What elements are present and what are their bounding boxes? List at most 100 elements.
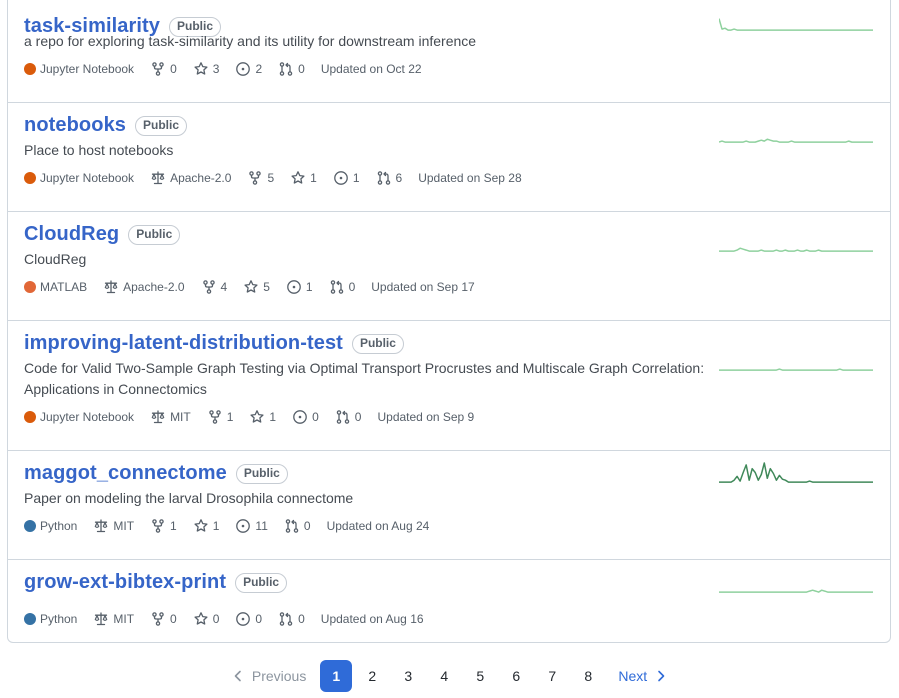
language-name: Python [40, 612, 78, 626]
repo-description: Paper on modeling the larval Drosophila … [24, 490, 354, 506]
issue-opened-icon [333, 171, 348, 185]
pulls-count: 0 [298, 612, 305, 626]
updated-time: Updated on Sep 9 [377, 410, 475, 424]
star-icon [194, 519, 208, 532]
forks-count: 1 [226, 410, 234, 424]
repo-list-item: grow-ext-bibtex-print Public Python MIT 0 0… [8, 560, 890, 653]
language-color-dot [24, 172, 36, 184]
forks-count: 0 [170, 62, 177, 76]
pulls-link[interactable]: 6 [376, 170, 403, 186]
page-5-button[interactable]: 5 [464, 660, 496, 692]
license-name: MIT [113, 519, 135, 533]
law-icon [95, 519, 108, 533]
stars-link[interactable]: 5 [243, 279, 270, 295]
issue-opened-icon [236, 62, 251, 76]
repo-language: Python [24, 519, 77, 533]
repo-forked-icon [152, 612, 164, 626]
repo-name-link[interactable]: CloudReg [24, 223, 119, 246]
language-color-dot [24, 411, 36, 423]
visibility-badge: Public [351, 333, 404, 354]
issues-count: 0 [255, 612, 263, 626]
stars-link[interactable]: 3 [193, 61, 220, 77]
issues-link[interactable]: 1 [286, 279, 313, 295]
pulls-count: 6 [395, 171, 403, 185]
visibility-badge: Public [128, 224, 181, 245]
repo-forked-icon [152, 62, 164, 76]
pulls-count: 0 [354, 410, 362, 424]
star-icon [250, 410, 264, 423]
repo-forked-icon [249, 171, 262, 185]
forks-count: 0 [170, 612, 177, 626]
page-8-button[interactable]: 8 [572, 660, 604, 692]
repo-meta: Jupyter Notebook 0 3 2 0 Updated on Oct 22 [24, 60, 438, 78]
stars-count: 1 [310, 171, 317, 185]
forks-link[interactable]: 0 [150, 61, 177, 77]
page-2-button[interactable]: 2 [356, 660, 388, 692]
activity-sparkline [719, 138, 873, 143]
forks-link[interactable]: 5 [247, 170, 274, 186]
language-color-dot [24, 520, 36, 532]
issue-opened-icon [236, 519, 251, 533]
repo-list-item: maggot_connectome Public Paper on modeli… [8, 451, 890, 560]
repo-name-link[interactable]: grow-ext-bibtex-print [24, 571, 226, 594]
pulls-link[interactable]: 0 [284, 518, 311, 534]
repo-list-item: notebooks Public Place to host notebooks… [8, 103, 890, 212]
repo-license: MIT [150, 409, 191, 425]
stars-link[interactable]: 0 [193, 611, 219, 627]
issues-link[interactable]: 2 [235, 61, 262, 77]
git-pull-request-icon [336, 410, 350, 424]
star-icon [194, 62, 208, 75]
git-pull-request-icon [279, 62, 293, 76]
repo-language: Jupyter Notebook [24, 410, 134, 424]
star-icon [194, 612, 208, 625]
issues-link[interactable]: 0 [292, 409, 319, 425]
page-4-button[interactable]: 4 [428, 660, 460, 692]
stars-link[interactable]: 1 [290, 170, 317, 186]
star-icon [244, 280, 258, 293]
language-color-dot [24, 63, 36, 75]
page-7-button[interactable]: 7 [536, 660, 568, 692]
issues-count: 11 [255, 519, 268, 533]
stars-link[interactable]: 1 [193, 518, 219, 534]
repo-forked-icon [208, 410, 221, 424]
issues-count: 1 [352, 171, 360, 185]
issue-opened-icon [287, 280, 301, 294]
page-3-button[interactable]: 3 [392, 660, 424, 692]
language-name: Python [40, 519, 78, 533]
forks-link[interactable]: 1 [150, 518, 177, 534]
visibility-badge: Public [135, 115, 188, 136]
pulls-link[interactable]: 0 [278, 61, 305, 77]
pulls-link[interactable]: 0 [278, 611, 305, 627]
repo-description: a repo for exploring task-similarity and… [24, 33, 477, 49]
activity-sparkline [719, 368, 873, 371]
language-color-dot [24, 281, 36, 293]
issues-link[interactable]: 1 [333, 170, 360, 186]
issues-link[interactable]: 11 [235, 518, 268, 534]
repo-name-link[interactable]: improving-latent-distribution-test [24, 332, 343, 355]
stars-link[interactable]: 1 [249, 409, 276, 425]
repo-language: MATLAB [24, 280, 87, 294]
repo-name-link[interactable]: notebooks [24, 114, 126, 137]
forks-link[interactable]: 4 [201, 279, 227, 295]
stars-count: 3 [212, 62, 220, 76]
law-icon [151, 410, 165, 424]
pulls-link[interactable]: 0 [335, 409, 362, 425]
page-6-button[interactable]: 6 [500, 660, 532, 692]
language-name: Jupyter Notebook [40, 62, 135, 76]
activity-sparkline [719, 18, 873, 31]
pulls-link[interactable]: 0 [329, 279, 355, 295]
repo-language: Jupyter Notebook [24, 171, 134, 185]
previous-label: Previous [251, 668, 307, 684]
forks-link[interactable]: 1 [207, 409, 234, 425]
language-color-dot [24, 613, 36, 625]
law-icon [95, 612, 108, 626]
repo-meta: Python MIT 1 1 11 0 Updated on Aug 24 [24, 517, 445, 535]
forks-link[interactable]: 0 [150, 611, 177, 627]
next-page-button[interactable]: Next [618, 660, 669, 692]
issue-opened-icon [293, 410, 307, 424]
page-1-button[interactable]: 1 [320, 660, 353, 692]
pagination: Previous 12345678 Next [0, 660, 899, 692]
issues-count: 2 [255, 62, 263, 76]
issues-link[interactable]: 0 [235, 611, 262, 627]
repo-name-link[interactable]: maggot_connectome [24, 462, 227, 485]
